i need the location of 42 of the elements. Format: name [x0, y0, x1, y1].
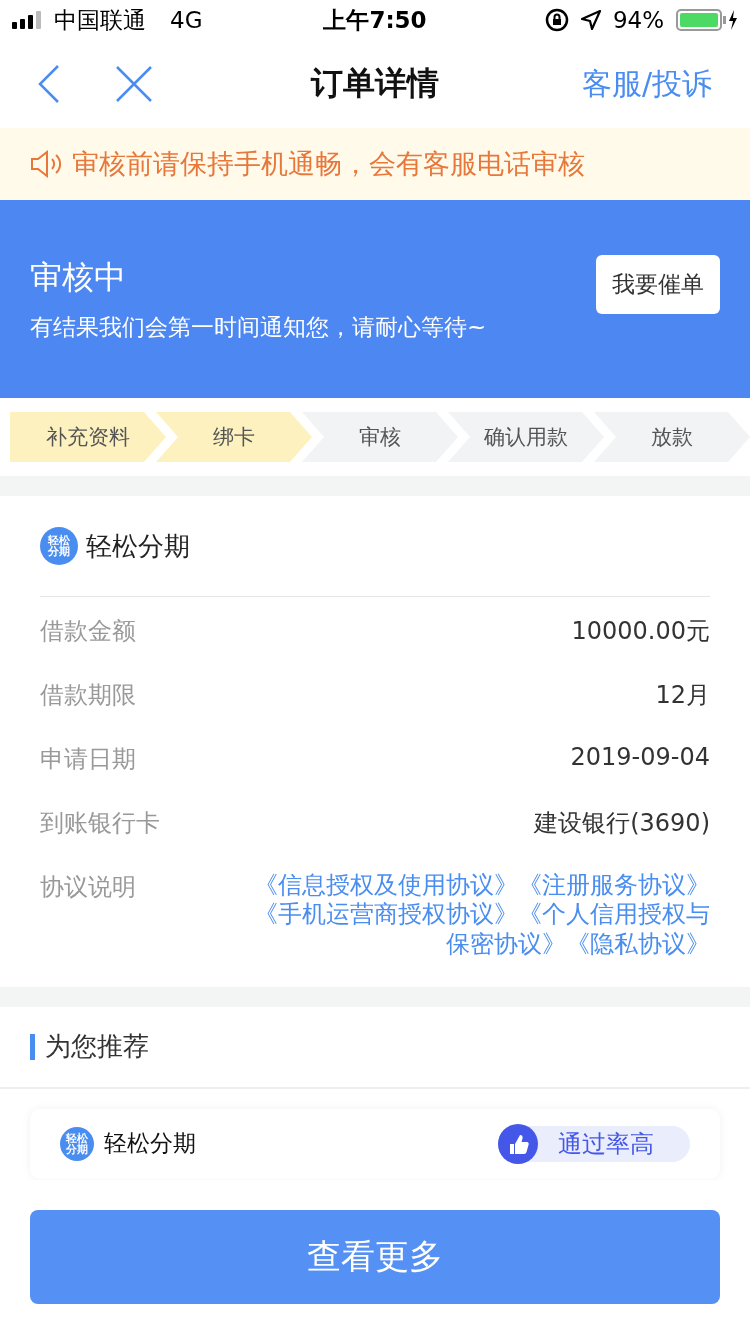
- field-value: 2019-09-04: [570, 743, 710, 771]
- carrier-name: 中国联通: [54, 5, 146, 35]
- notice-text: 审核前请保持手机通畅，会有客服电话审核: [72, 147, 585, 181]
- signal-icon: [12, 11, 44, 29]
- field-label: 申请日期: [40, 744, 136, 775]
- view-more-button[interactable]: 查看更多: [30, 1210, 720, 1304]
- field-label: 协议说明: [40, 872, 136, 903]
- review-status-message: 有结果我们会第一时间通知您，请耐心等待~: [30, 312, 488, 342]
- back-icon[interactable]: [38, 65, 60, 103]
- product-logo-icon: 轻松 分期: [60, 1126, 94, 1161]
- review-status-title: 审核中: [30, 256, 127, 298]
- field-label: 借款期限: [40, 680, 136, 711]
- battery-percent: 94%: [612, 7, 664, 33]
- progress-step: 审核: [302, 412, 458, 462]
- product-logo-icon: 轻松 分期: [40, 527, 78, 565]
- network-type: 4G: [170, 7, 203, 33]
- progress-step: 补充资料: [10, 412, 166, 462]
- field-value: 10000.00元: [571, 616, 710, 647]
- battery-charging-icon: [676, 8, 738, 32]
- close-icon[interactable]: [116, 66, 152, 102]
- product-name: 轻松分期: [104, 1129, 196, 1159]
- progress-step: 放款: [594, 412, 750, 462]
- location-arrow-icon: [580, 10, 601, 30]
- progress-step: 绑卡: [156, 412, 312, 462]
- clock-time: 上午7:50: [323, 5, 427, 35]
- product-name: 轻松分期: [86, 529, 190, 563]
- section-title: 为您推荐: [45, 1030, 149, 1064]
- agreement-links[interactable]: 《信息授权及使用协议》《注册服务协议》《手机运营商授权协议》《个人信用授权与保密协议》《隐私协议》: [240, 871, 710, 959]
- field-value: 建设银行(3690): [534, 808, 710, 839]
- thumbs-up-icon: [498, 1123, 538, 1164]
- field-label: 借款金额: [40, 616, 136, 647]
- progress-step: 确认用款: [448, 412, 604, 462]
- urge-order-button[interactable]: 我要催单: [596, 254, 720, 314]
- section-marker: [30, 1033, 35, 1060]
- page-title: 订单详情: [311, 63, 439, 104]
- approval-rate-tag: 通过率高: [498, 1125, 690, 1162]
- recommend-card[interactable]: 轻松 分期 轻松分期 通过率高: [30, 1108, 720, 1179]
- field-label: 到账银行卡: [40, 808, 160, 839]
- speaker-icon: [30, 150, 64, 178]
- field-value: 12月: [655, 680, 710, 711]
- customer-service-link[interactable]: 客服/投诉: [581, 63, 712, 105]
- rotation-lock-icon: [544, 8, 569, 32]
